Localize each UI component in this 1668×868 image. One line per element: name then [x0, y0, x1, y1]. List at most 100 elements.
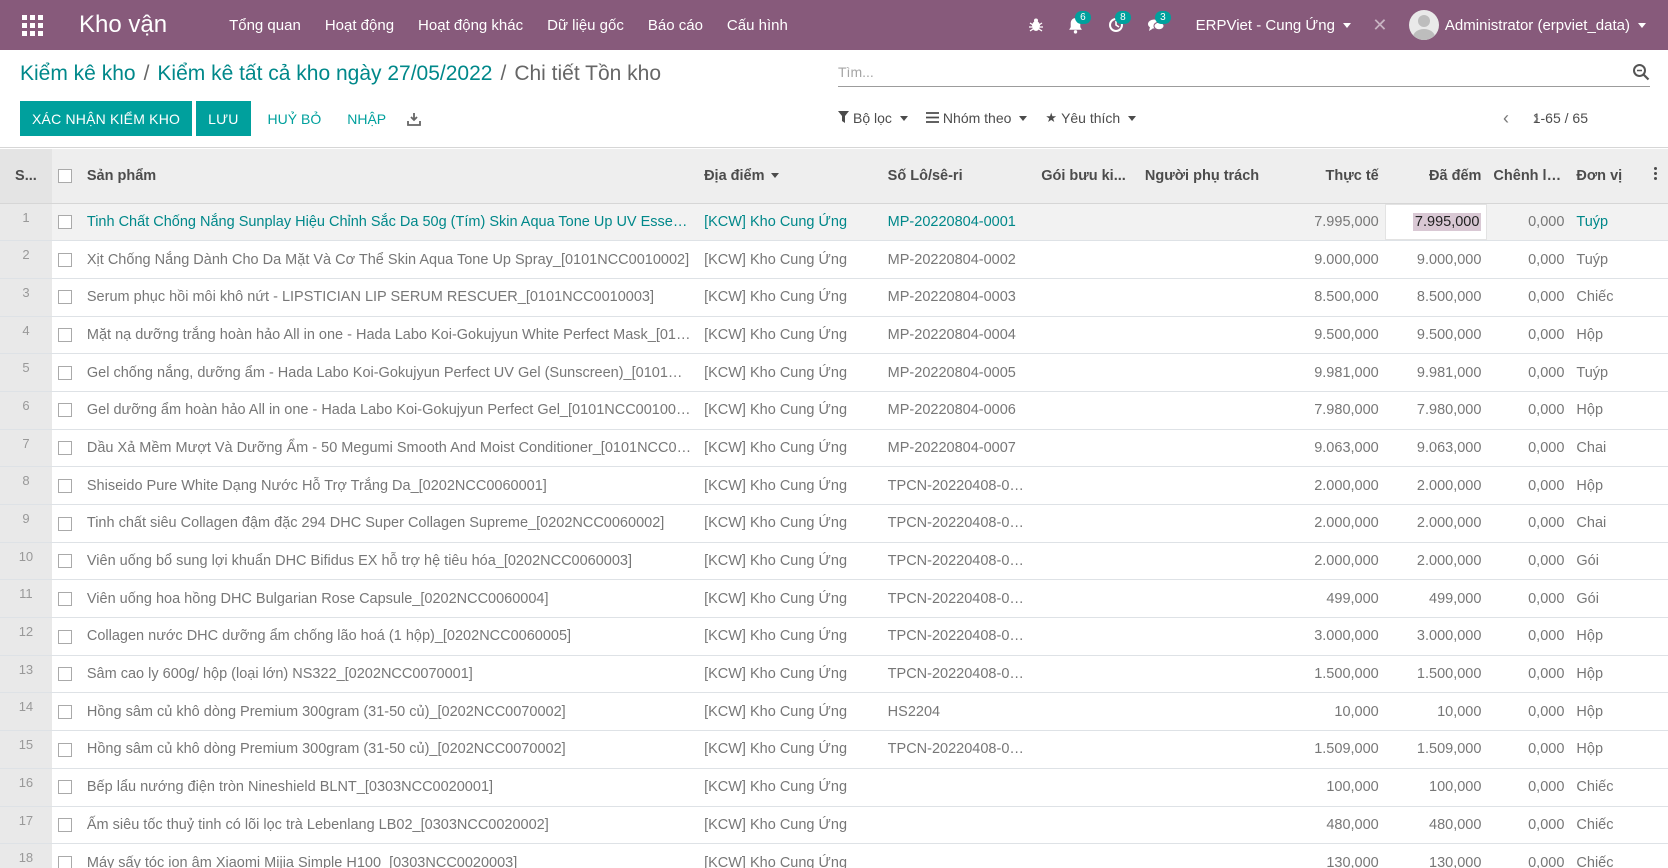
menu-item-master-data[interactable]: Dữ liệu gốc — [535, 17, 636, 34]
row-location[interactable]: [KCW] Kho Cung Ứng — [698, 618, 882, 656]
row-counted-quantity[interactable]: 9.500,000 — [1385, 316, 1488, 354]
row-package[interactable] — [1035, 768, 1139, 806]
row-package[interactable] — [1035, 278, 1139, 316]
row-counted-quantity[interactable]: 7.995,000 — [1384, 203, 1488, 241]
row-lot[interactable]: HS2204 — [882, 693, 1036, 731]
row-checkbox[interactable] — [57, 780, 72, 795]
row-lot[interactable]: TPCN-20220408-0006 — [882, 655, 1036, 693]
debug-bug-icon[interactable] — [1016, 0, 1056, 50]
row-sequence[interactable]: 11 — [0, 579, 52, 618]
table-row[interactable]: 2 Xịt Chống Nắng Dành Cho Da Mặt Và Cơ Th… — [0, 240, 1668, 279]
row-uom[interactable]: Hộp — [1570, 655, 1643, 693]
row-uom[interactable]: Chai — [1570, 505, 1643, 543]
import-button[interactable]: NHẬP — [334, 101, 399, 136]
row-uom[interactable]: Chai — [1570, 429, 1643, 467]
row-checkbox[interactable] — [57, 403, 72, 418]
row-counted-quantity[interactable]: 2.000,000 — [1385, 505, 1488, 543]
row-uom[interactable]: Chiếc — [1570, 768, 1643, 806]
row-owner[interactable] — [1139, 580, 1284, 618]
row-location[interactable]: [KCW] Kho Cung Ứng — [698, 731, 882, 769]
row-location[interactable]: [KCW] Kho Cung Ứng — [698, 768, 882, 806]
app-brand[interactable]: Kho vận — [79, 11, 167, 39]
row-counted-quantity[interactable]: 9.000,000 — [1385, 241, 1488, 279]
row-product[interactable]: Tinh chất siêu Collagen đậm đặc 294 DHC … — [81, 505, 698, 543]
row-location[interactable]: [KCW] Kho Cung Ứng — [698, 354, 882, 392]
row-uom[interactable]: Hộp — [1570, 467, 1643, 505]
row-checkbox-cell[interactable] — [52, 316, 81, 354]
row-counted-quantity[interactable]: 100,000 — [1385, 768, 1488, 806]
row-product[interactable]: Collagen nước DHC dưỡng ẩm chống lão hoá… — [81, 618, 698, 656]
row-lot[interactable]: TPCN-20220408-0005 — [882, 618, 1036, 656]
row-checkbox-cell[interactable] — [52, 618, 81, 656]
row-checkbox[interactable] — [57, 855, 72, 868]
row-location[interactable]: [KCW] Kho Cung Ứng — [698, 505, 882, 543]
row-sequence[interactable]: 10 — [0, 542, 52, 580]
company-switcher[interactable]: ERPViet - Cung Ứng — [1176, 17, 1365, 34]
row-product[interactable]: Shiseido Pure White Dạng Nước Hỗ Trợ Trắ… — [81, 467, 698, 505]
row-checkbox[interactable] — [57, 290, 72, 305]
table-row[interactable]: 18 Máy sấy tóc ion âm Xiaomi Mijia Simple… — [0, 843, 1668, 868]
row-package[interactable] — [1035, 316, 1139, 354]
row-product[interactable]: Serum phục hồi môi khô nứt - LIPSTICIAN … — [81, 278, 698, 316]
row-uom[interactable]: Gói — [1570, 580, 1643, 618]
row-lot[interactable]: TPCN-20220408-0004 — [882, 580, 1036, 618]
row-location[interactable]: [KCW] Kho Cung Ứng — [698, 580, 882, 618]
row-owner[interactable] — [1139, 391, 1284, 429]
download-icon[interactable] — [399, 101, 429, 136]
row-sequence[interactable]: 16 — [0, 768, 52, 806]
row-lot[interactable]: MP-20220804-0004 — [882, 316, 1036, 354]
row-checkbox-cell[interactable] — [52, 580, 81, 618]
row-lot[interactable]: TPCN-20220408-0001 — [882, 467, 1036, 505]
row-owner[interactable] — [1139, 655, 1284, 693]
table-row[interactable]: 17 Ấm siêu tốc thuỷ tinh có lõi lọc trà L… — [0, 806, 1668, 844]
row-checkbox-cell[interactable] — [52, 391, 81, 429]
row-checkbox-cell[interactable] — [52, 429, 81, 467]
row-lot[interactable]: MP-20220804-0001 — [882, 203, 1036, 241]
row-uom[interactable]: Tuýp — [1570, 203, 1643, 241]
row-checkbox-cell[interactable] — [52, 806, 81, 844]
row-lot[interactable]: MP-20220804-0005 — [882, 354, 1036, 392]
row-lot[interactable]: MP-20220804-0007 — [882, 429, 1036, 467]
row-uom[interactable]: Gói — [1570, 542, 1643, 580]
row-product[interactable]: Xịt Chống Nắng Dành Cho Da Mặt Và Cơ Thể… — [81, 241, 698, 279]
row-lot[interactable]: TPCN-20220408-0002 — [882, 505, 1036, 543]
activity-clock-icon[interactable]: 8 — [1096, 0, 1136, 50]
row-lot[interactable]: TPCN-20220408-0003 — [882, 542, 1036, 580]
row-location[interactable]: [KCW] Kho Cung Ứng — [698, 429, 882, 467]
row-counted-quantity[interactable]: 1.500,000 — [1385, 655, 1488, 693]
table-row[interactable]: 6 Gel dưỡng ẩm hoàn hảo All in one - Hada… — [0, 391, 1668, 430]
row-counted-quantity[interactable]: 130,000 — [1385, 844, 1488, 868]
row-uom[interactable]: Hộp — [1570, 618, 1643, 656]
row-location[interactable]: [KCW] Kho Cung Ứng — [698, 278, 882, 316]
filter-dropdown[interactable]: Bộ lọc — [838, 110, 908, 126]
row-package[interactable] — [1035, 618, 1139, 656]
row-sequence[interactable]: 14 — [0, 692, 52, 731]
row-checkbox[interactable] — [57, 441, 72, 456]
row-uom[interactable]: Hộp — [1570, 693, 1643, 731]
discard-button[interactable]: HUỶ BỎ — [255, 101, 335, 136]
row-product[interactable]: Mặt nạ dưỡng trắng hoàn hảo All in one -… — [81, 316, 698, 354]
table-row[interactable]: 16 Bếp lẩu nướng điện tròn Nineshield BLN… — [0, 768, 1668, 806]
row-package[interactable] — [1035, 429, 1139, 467]
menu-item-reports[interactable]: Báo cáo — [636, 17, 715, 34]
row-package[interactable] — [1035, 655, 1139, 693]
row-owner[interactable] — [1139, 354, 1284, 392]
row-checkbox[interactable] — [57, 554, 72, 569]
table-row[interactable]: 13 Sâm cao ly 600g/ hộp (loại lớn) NS322_… — [0, 655, 1668, 693]
notification-bell-icon[interactable]: 6 — [1056, 0, 1096, 50]
row-location[interactable]: [KCW] Kho Cung Ứng — [698, 316, 882, 354]
row-sequence[interactable]: 3 — [0, 278, 52, 317]
row-owner[interactable] — [1139, 693, 1284, 731]
table-row[interactable]: 9 Tinh chất siêu Collagen đậm đặc 294 DHC… — [0, 504, 1668, 543]
row-uom[interactable]: Hộp — [1570, 731, 1643, 769]
row-uom[interactable]: Tuýp — [1570, 241, 1643, 279]
pager-previous-icon[interactable]: ‹ — [1496, 106, 1516, 130]
row-product[interactable]: Hồng sâm củ khô dòng Premium 300gram (31… — [81, 693, 698, 731]
counted-quantity-input[interactable]: 7.995,000 — [1412, 212, 1482, 231]
table-row[interactable]: 14 Hồng sâm củ khô dòng Premium 300gram (… — [0, 692, 1668, 731]
close-x-icon[interactable]: ✕ — [1365, 15, 1395, 36]
table-row[interactable]: 11 Viên uống hoa hồng DHC Bulgarian Rose … — [0, 579, 1668, 618]
row-owner[interactable] — [1139, 731, 1284, 769]
row-package[interactable] — [1035, 467, 1139, 505]
row-location[interactable]: [KCW] Kho Cung Ứng — [698, 241, 882, 279]
